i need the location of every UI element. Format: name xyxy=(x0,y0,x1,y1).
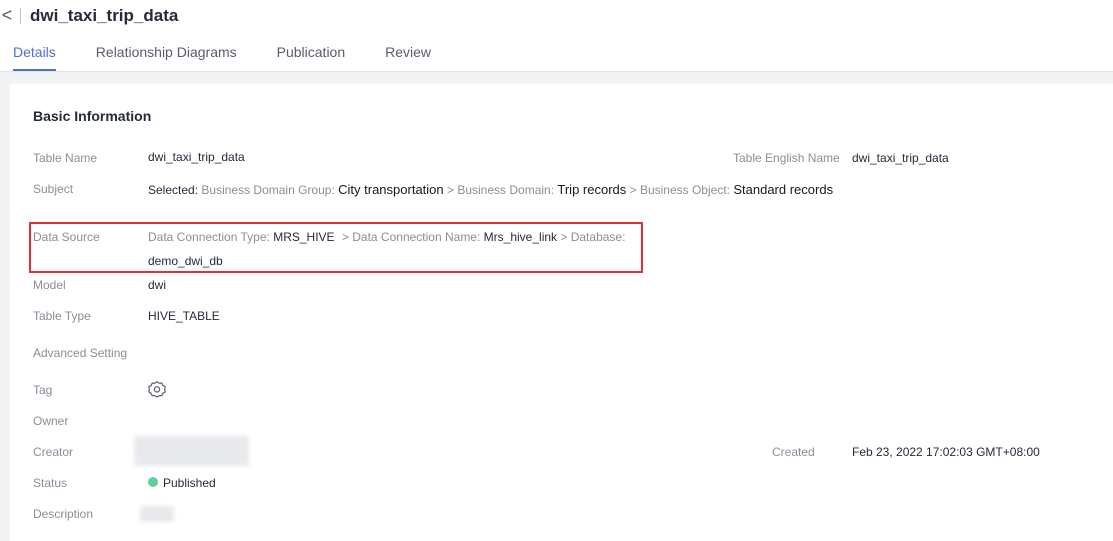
business-domain-label: > Business Domain: xyxy=(446,183,555,197)
description-value-redacted xyxy=(140,506,174,522)
section-title: Basic Information xyxy=(33,108,152,124)
connection-name-value: Mrs_hive_link xyxy=(483,230,558,244)
subject-selected-prefix: Selected: xyxy=(148,183,199,197)
business-object-value: Standard records xyxy=(733,182,834,197)
table-name-label: Table Name xyxy=(33,151,98,165)
connection-type-value: MRS_HIVE xyxy=(273,230,335,244)
table-english-name-value: dwi_taxi_trip_data xyxy=(852,151,949,165)
tab-details[interactable]: Details xyxy=(13,42,56,72)
subject-path: Selected: Business Domain Group: City tr… xyxy=(148,182,833,198)
model-value: dwi xyxy=(148,278,167,292)
table-english-name-label: Table English Name xyxy=(733,151,840,165)
data-source-label: Data Source xyxy=(33,230,100,244)
subject-label: Subject xyxy=(33,182,74,196)
tab-review[interactable]: Review xyxy=(385,42,431,72)
connection-type-label: Data Connection Type: xyxy=(148,230,270,244)
status-value: Published xyxy=(163,476,216,490)
table-type-value: HIVE_TABLE xyxy=(148,309,220,323)
database-label: > Database: xyxy=(560,230,626,244)
connection-name-label: > Data Connection Name: xyxy=(341,230,481,244)
creator-label: Creator xyxy=(33,445,74,459)
owner-label: Owner xyxy=(33,414,69,428)
created-label: Created xyxy=(772,445,815,459)
created-value: Feb 23, 2022 17:02:03 GMT+08:00 xyxy=(852,445,1040,459)
table-type-label: Table Type xyxy=(33,309,91,323)
business-domain-value: Trip records xyxy=(557,182,627,197)
business-domain-group-value: City transportation xyxy=(338,182,444,197)
gear-icon[interactable] xyxy=(147,380,167,400)
data-source-path: Data Connection Type: MRS_HIVE > Data Co… xyxy=(148,229,625,245)
table-name-value: dwi_taxi_trip_data xyxy=(148,150,245,164)
advanced-setting-label: Advanced Setting xyxy=(33,346,128,360)
title-divider xyxy=(20,8,21,24)
database-value: demo_dwi_db xyxy=(148,254,223,268)
tab-publication[interactable]: Publication xyxy=(277,42,346,72)
model-label: Model xyxy=(33,278,66,292)
business-object-label: > Business Object: xyxy=(629,183,730,197)
description-label: Description xyxy=(33,507,94,521)
page-header: < dwi_taxi_trip_data Details Relationshi… xyxy=(0,0,1113,72)
status-label: Status xyxy=(33,476,68,490)
tab-relationship-diagrams[interactable]: Relationship Diagrams xyxy=(96,42,237,72)
tab-bar: Details Relationship Diagrams Publicatio… xyxy=(13,42,471,72)
tag-label: Tag xyxy=(33,383,53,397)
status-dot-icon xyxy=(148,477,158,487)
back-arrow-icon[interactable]: < xyxy=(0,4,14,26)
page-title: dwi_taxi_trip_data xyxy=(30,6,179,25)
business-domain-group-label: Business Domain Group: xyxy=(201,183,335,197)
creator-value-redacted xyxy=(134,436,249,466)
